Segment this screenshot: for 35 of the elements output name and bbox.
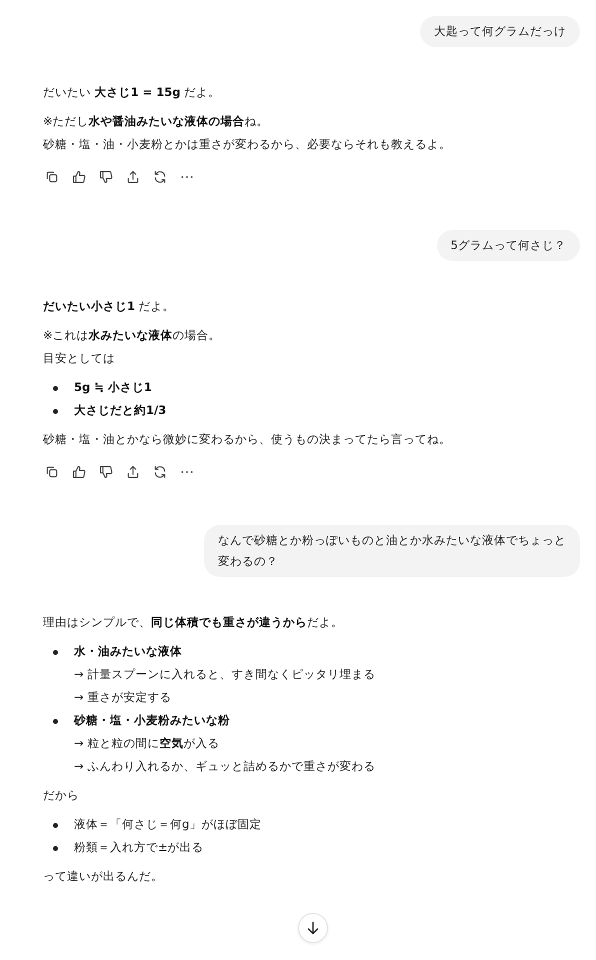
text-line: だいたい小さじ1 だよ。: [43, 298, 176, 315]
text-line: ※これは水みたいな液体の場合。: [43, 327, 222, 344]
text-line: → 計量スプーンに入れると、すき間なくピッタリ埋まる: [74, 666, 376, 683]
bullet-icon: [53, 823, 58, 828]
bullet-icon: [53, 409, 58, 414]
list-item-text: 水・油みたいな液体: [74, 643, 183, 660]
bullet-icon: [53, 719, 58, 724]
thumbs-up-icon[interactable]: [70, 463, 88, 481]
arrow-down-icon: [306, 921, 320, 935]
scroll-down-button[interactable]: [298, 913, 328, 943]
text-line: だいたい 大さじ1 = 15g だよ。: [43, 84, 222, 101]
user-message: 大匙って何グラムだっけ: [420, 16, 580, 47]
text-line: → 粒と粒の間に空気が入る: [74, 735, 220, 752]
list-item-text: 大さじだと約1/3: [74, 402, 166, 419]
text-line: ※ただし水や醤油みたいな液体の場合ね。: [43, 113, 270, 130]
text-line: → 重さが安定する: [74, 689, 172, 706]
list-item-text: 液体＝「何さじ＝何g」がほぼ固定: [74, 816, 262, 833]
thumbs-down-icon[interactable]: [97, 463, 115, 481]
text-line: だから: [43, 787, 80, 804]
text-line: 理由はシンプルで、同じ体積でも重さが違うからだよ。: [43, 614, 344, 631]
list-item-text: 砂糖・塩・小麦粉みたいな粉: [74, 712, 231, 729]
list-item-text: 粉類＝入れ方で±が出る: [74, 839, 204, 856]
user-message: なんで砂糖とか粉っぽいものと油とか水みたいな液体でちょっと変わるの？: [204, 525, 580, 577]
text-line: → ふんわり入れるか、ギュッと詰めるかで重さが変わる: [74, 758, 376, 775]
text-line: 砂糖・塩・油・小麦粉とかは重さが変わるから、必要ならそれも教えるよ。: [43, 136, 452, 153]
bullet-icon: [53, 386, 58, 391]
text-line: 砂糖・塩・油とかなら微妙に変わるから、使うもの決まってたら言ってね。: [43, 431, 452, 448]
bullet-icon: [53, 846, 58, 851]
thumbs-down-icon[interactable]: [97, 168, 115, 186]
list-item-text: 5g ≒ 小さじ1: [74, 379, 152, 396]
thumbs-up-icon[interactable]: [70, 168, 88, 186]
bullet-icon: [53, 650, 58, 655]
user-message: 5グラムって何さじ？: [436, 230, 580, 261]
text-line: 目安としては: [43, 350, 116, 367]
text-line: って違いが出るんだ。: [43, 868, 164, 885]
